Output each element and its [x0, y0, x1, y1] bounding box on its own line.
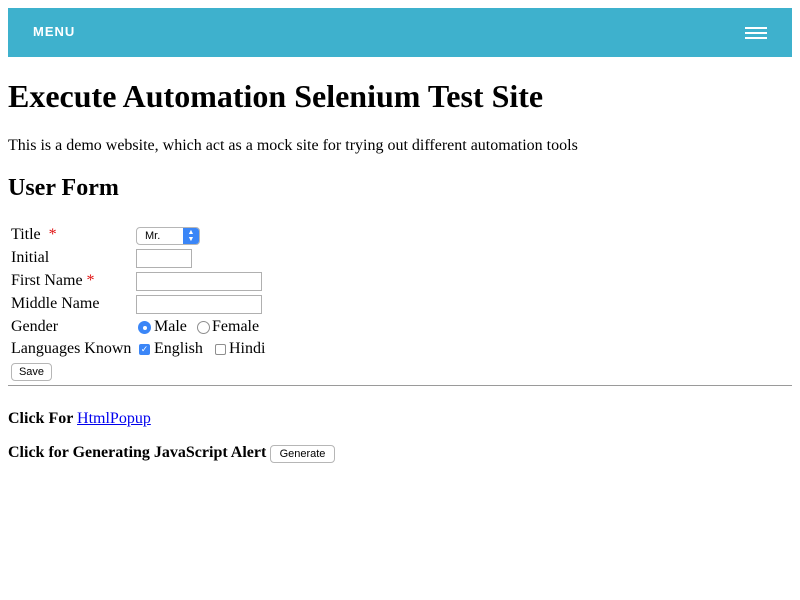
hamburger-icon[interactable]: [745, 27, 767, 39]
initial-label: Initial: [11, 249, 50, 266]
popup-prefix: Click For: [8, 410, 74, 427]
title-label: Title *: [11, 226, 57, 244]
alert-line: Click for Generating JavaScript Alert: [8, 444, 266, 462]
gender-male-label[interactable]: Male: [154, 318, 187, 336]
gender-male-radio[interactable]: [138, 321, 151, 334]
gender-female-radio[interactable]: [197, 321, 210, 334]
initial-input[interactable]: [136, 249, 192, 268]
page-title: Execute Automation Selenium Test Site: [8, 78, 544, 114]
menu-label[interactable]: MENU: [33, 24, 75, 39]
first-name-input[interactable]: [136, 272, 262, 291]
alert-prefix: Click for Generating JavaScript Alert: [8, 444, 267, 461]
title-select-value: Mr.: [145, 230, 161, 242]
generate-button[interactable]: Generate: [270, 445, 335, 463]
title-select[interactable]: Mr. ▲ ▼: [136, 227, 200, 245]
gender-female-label[interactable]: Female: [212, 318, 259, 336]
html-popup-link[interactable]: HtmlPopup: [77, 410, 151, 427]
menu-bar: MENU: [8, 8, 792, 57]
hindi-label[interactable]: Hindi: [229, 340, 265, 358]
divider: [8, 385, 792, 386]
english-checkbox[interactable]: ✓: [139, 344, 150, 355]
title-required-mark: *: [48, 226, 57, 243]
middle-name-label: Middle Name: [11, 295, 100, 312]
title-label-text: Title: [11, 226, 41, 243]
first-name-required-mark: *: [86, 272, 95, 289]
popup-line: Click For HtmlPopup: [8, 410, 151, 428]
gender-label: Gender: [11, 318, 59, 335]
english-label[interactable]: English: [154, 340, 203, 358]
form-heading: User Form: [8, 175, 119, 201]
select-arrows-icon: ▲ ▼: [183, 228, 199, 244]
first-name-label-text: First Name: [11, 272, 83, 289]
hindi-checkbox[interactable]: [215, 344, 226, 355]
page-description: This is a demo website, which act as a m…: [8, 137, 578, 154]
languages-label: Languages Known: [11, 340, 132, 357]
middle-name-input[interactable]: [136, 295, 262, 314]
save-button[interactable]: Save: [11, 363, 52, 381]
first-name-label: First Name *: [11, 272, 95, 290]
